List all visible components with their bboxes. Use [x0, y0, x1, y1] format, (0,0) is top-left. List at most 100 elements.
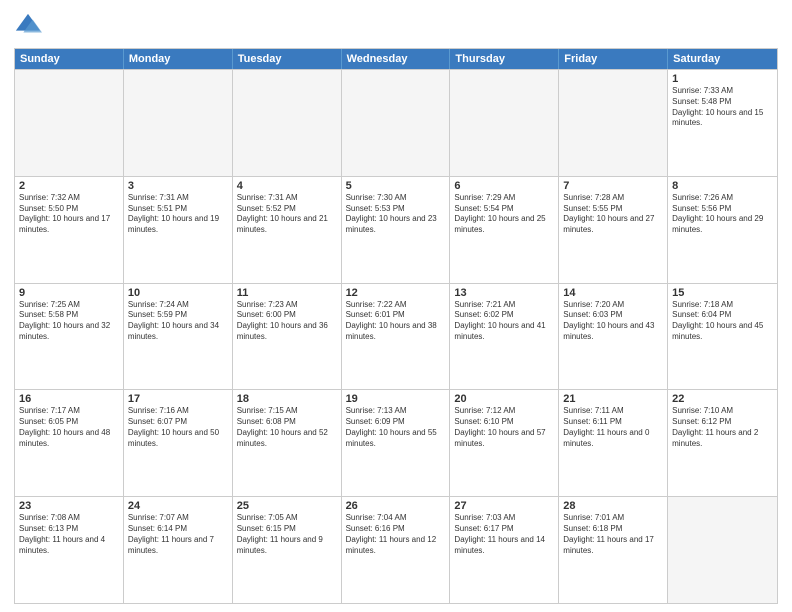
day-number: 7: [563, 180, 663, 192]
day-info: Sunrise: 7:11 AMSunset: 6:11 PMDaylight:…: [563, 406, 663, 449]
table-row: 3Sunrise: 7:31 AMSunset: 5:51 PMDaylight…: [124, 177, 233, 283]
calendar-header-row: SundayMondayTuesdayWednesdayThursdayFrid…: [15, 49, 777, 69]
day-number: 6: [454, 180, 554, 192]
table-row: 9Sunrise: 7:25 AMSunset: 5:58 PMDaylight…: [15, 284, 124, 390]
day-info: Sunrise: 7:12 AMSunset: 6:10 PMDaylight:…: [454, 406, 554, 449]
table-row: 1Sunrise: 7:33 AMSunset: 5:48 PMDaylight…: [668, 70, 777, 176]
table-row: 2Sunrise: 7:32 AMSunset: 5:50 PMDaylight…: [15, 177, 124, 283]
table-row: 23Sunrise: 7:08 AMSunset: 6:13 PMDayligh…: [15, 497, 124, 603]
calendar-week-5: 23Sunrise: 7:08 AMSunset: 6:13 PMDayligh…: [15, 496, 777, 603]
day-info: Sunrise: 7:23 AMSunset: 6:00 PMDaylight:…: [237, 300, 337, 343]
table-row: 10Sunrise: 7:24 AMSunset: 5:59 PMDayligh…: [124, 284, 233, 390]
header: [14, 12, 778, 40]
day-number: 10: [128, 287, 228, 299]
day-number: 15: [672, 287, 773, 299]
day-number: 12: [346, 287, 446, 299]
day-info: Sunrise: 7:13 AMSunset: 6:09 PMDaylight:…: [346, 406, 446, 449]
calendar-header-cell: Monday: [124, 49, 233, 69]
table-row: 25Sunrise: 7:05 AMSunset: 6:15 PMDayligh…: [233, 497, 342, 603]
table-row: 11Sunrise: 7:23 AMSunset: 6:00 PMDayligh…: [233, 284, 342, 390]
day-info: Sunrise: 7:22 AMSunset: 6:01 PMDaylight:…: [346, 300, 446, 343]
day-info: Sunrise: 7:15 AMSunset: 6:08 PMDaylight:…: [237, 406, 337, 449]
day-info: Sunrise: 7:10 AMSunset: 6:12 PMDaylight:…: [672, 406, 773, 449]
calendar-header-cell: Thursday: [450, 49, 559, 69]
day-info: Sunrise: 7:29 AMSunset: 5:54 PMDaylight:…: [454, 193, 554, 236]
day-info: Sunrise: 7:25 AMSunset: 5:58 PMDaylight:…: [19, 300, 119, 343]
table-row: 20Sunrise: 7:12 AMSunset: 6:10 PMDayligh…: [450, 390, 559, 496]
day-number: 1: [672, 73, 773, 85]
table-row: 14Sunrise: 7:20 AMSunset: 6:03 PMDayligh…: [559, 284, 668, 390]
calendar-header-cell: Wednesday: [342, 49, 451, 69]
table-row: [233, 70, 342, 176]
day-number: 18: [237, 393, 337, 405]
table-row: 18Sunrise: 7:15 AMSunset: 6:08 PMDayligh…: [233, 390, 342, 496]
table-row: 21Sunrise: 7:11 AMSunset: 6:11 PMDayligh…: [559, 390, 668, 496]
table-row: 6Sunrise: 7:29 AMSunset: 5:54 PMDaylight…: [450, 177, 559, 283]
day-info: Sunrise: 7:16 AMSunset: 6:07 PMDaylight:…: [128, 406, 228, 449]
table-row: 22Sunrise: 7:10 AMSunset: 6:12 PMDayligh…: [668, 390, 777, 496]
table-row: 12Sunrise: 7:22 AMSunset: 6:01 PMDayligh…: [342, 284, 451, 390]
day-info: Sunrise: 7:24 AMSunset: 5:59 PMDaylight:…: [128, 300, 228, 343]
calendar: SundayMondayTuesdayWednesdayThursdayFrid…: [14, 48, 778, 604]
calendar-header-cell: Sunday: [15, 49, 124, 69]
table-row: [559, 70, 668, 176]
day-info: Sunrise: 7:08 AMSunset: 6:13 PMDaylight:…: [19, 513, 119, 556]
day-info: Sunrise: 7:20 AMSunset: 6:03 PMDaylight:…: [563, 300, 663, 343]
day-info: Sunrise: 7:33 AMSunset: 5:48 PMDaylight:…: [672, 86, 773, 129]
day-info: Sunrise: 7:05 AMSunset: 6:15 PMDaylight:…: [237, 513, 337, 556]
table-row: 15Sunrise: 7:18 AMSunset: 6:04 PMDayligh…: [668, 284, 777, 390]
day-number: 22: [672, 393, 773, 405]
table-row: [15, 70, 124, 176]
day-number: 27: [454, 500, 554, 512]
day-number: 2: [19, 180, 119, 192]
day-info: Sunrise: 7:21 AMSunset: 6:02 PMDaylight:…: [454, 300, 554, 343]
table-row: 5Sunrise: 7:30 AMSunset: 5:53 PMDaylight…: [342, 177, 451, 283]
table-row: 7Sunrise: 7:28 AMSunset: 5:55 PMDaylight…: [559, 177, 668, 283]
day-number: 5: [346, 180, 446, 192]
table-row: 19Sunrise: 7:13 AMSunset: 6:09 PMDayligh…: [342, 390, 451, 496]
day-number: 3: [128, 180, 228, 192]
day-info: Sunrise: 7:03 AMSunset: 6:17 PMDaylight:…: [454, 513, 554, 556]
day-number: 19: [346, 393, 446, 405]
day-number: 13: [454, 287, 554, 299]
day-info: Sunrise: 7:32 AMSunset: 5:50 PMDaylight:…: [19, 193, 119, 236]
table-row: 27Sunrise: 7:03 AMSunset: 6:17 PMDayligh…: [450, 497, 559, 603]
day-number: 8: [672, 180, 773, 192]
calendar-week-3: 9Sunrise: 7:25 AMSunset: 5:58 PMDaylight…: [15, 283, 777, 390]
table-row: 24Sunrise: 7:07 AMSunset: 6:14 PMDayligh…: [124, 497, 233, 603]
day-number: 20: [454, 393, 554, 405]
day-number: 24: [128, 500, 228, 512]
day-number: 4: [237, 180, 337, 192]
day-info: Sunrise: 7:04 AMSunset: 6:16 PMDaylight:…: [346, 513, 446, 556]
day-info: Sunrise: 7:31 AMSunset: 5:51 PMDaylight:…: [128, 193, 228, 236]
table-row: [450, 70, 559, 176]
day-number: 11: [237, 287, 337, 299]
table-row: 13Sunrise: 7:21 AMSunset: 6:02 PMDayligh…: [450, 284, 559, 390]
page: SundayMondayTuesdayWednesdayThursdayFrid…: [0, 0, 792, 612]
table-row: 16Sunrise: 7:17 AMSunset: 6:05 PMDayligh…: [15, 390, 124, 496]
day-number: 26: [346, 500, 446, 512]
calendar-header-cell: Saturday: [668, 49, 777, 69]
day-info: Sunrise: 7:17 AMSunset: 6:05 PMDaylight:…: [19, 406, 119, 449]
day-info: Sunrise: 7:18 AMSunset: 6:04 PMDaylight:…: [672, 300, 773, 343]
day-info: Sunrise: 7:07 AMSunset: 6:14 PMDaylight:…: [128, 513, 228, 556]
day-info: Sunrise: 7:28 AMSunset: 5:55 PMDaylight:…: [563, 193, 663, 236]
day-info: Sunrise: 7:30 AMSunset: 5:53 PMDaylight:…: [346, 193, 446, 236]
table-row: 8Sunrise: 7:26 AMSunset: 5:56 PMDaylight…: [668, 177, 777, 283]
table-row: 26Sunrise: 7:04 AMSunset: 6:16 PMDayligh…: [342, 497, 451, 603]
calendar-week-4: 16Sunrise: 7:17 AMSunset: 6:05 PMDayligh…: [15, 389, 777, 496]
calendar-week-1: 1Sunrise: 7:33 AMSunset: 5:48 PMDaylight…: [15, 69, 777, 176]
table-row: 4Sunrise: 7:31 AMSunset: 5:52 PMDaylight…: [233, 177, 342, 283]
day-number: 23: [19, 500, 119, 512]
logo-icon: [14, 12, 42, 40]
table-row: [124, 70, 233, 176]
calendar-header-cell: Friday: [559, 49, 668, 69]
day-number: 21: [563, 393, 663, 405]
day-number: 25: [237, 500, 337, 512]
calendar-body: 1Sunrise: 7:33 AMSunset: 5:48 PMDaylight…: [15, 69, 777, 603]
table-row: [668, 497, 777, 603]
table-row: [342, 70, 451, 176]
day-number: 9: [19, 287, 119, 299]
logo: [14, 12, 46, 40]
day-info: Sunrise: 7:26 AMSunset: 5:56 PMDaylight:…: [672, 193, 773, 236]
